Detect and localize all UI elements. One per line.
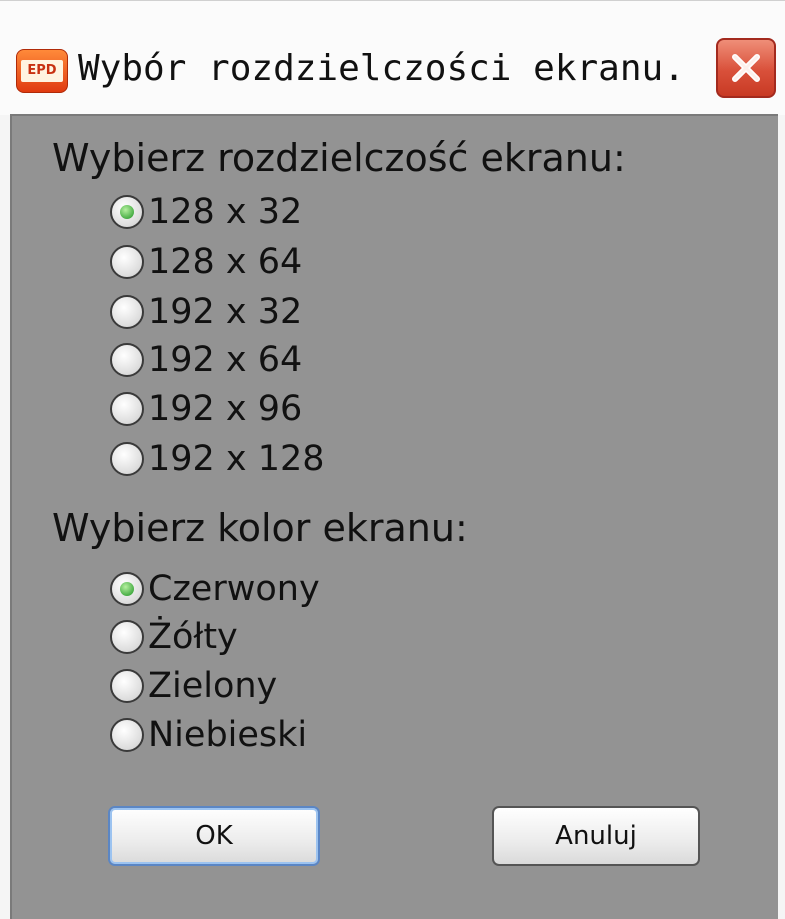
resolution-dialog: EPD Wybór rozdzielczości ekranu. Wybierz… bbox=[0, 0, 785, 919]
radio-button[interactable] bbox=[110, 442, 144, 476]
app-icon: EPD bbox=[16, 49, 68, 93]
radio-label: 192 x 96 bbox=[148, 389, 303, 429]
dialog-body: Wybierz rozdzielczość ekranu: 128 x 32 1… bbox=[10, 114, 778, 919]
color-option-zielony[interactable]: Zielony bbox=[110, 663, 277, 709]
resolution-option-128x64[interactable]: 128 x 64 bbox=[110, 239, 302, 285]
radio-button[interactable] bbox=[110, 669, 144, 703]
radio-label: 128 x 64 bbox=[148, 242, 303, 282]
radio-label: 192 x 64 bbox=[148, 340, 303, 380]
color-option-czerwony[interactable]: Czerwony bbox=[110, 566, 320, 612]
radio-label: Zielony bbox=[148, 666, 278, 706]
resolution-option-192x32[interactable]: 192 x 32 bbox=[110, 289, 302, 335]
radio-button[interactable] bbox=[110, 343, 144, 377]
radio-button[interactable] bbox=[110, 718, 144, 752]
window-title: Wybór rozdzielczości ekranu. bbox=[78, 48, 685, 89]
radio-button[interactable] bbox=[110, 195, 144, 229]
radio-button[interactable] bbox=[110, 620, 144, 654]
title-bar[interactable]: EPD Wybór rozdzielczości ekranu. bbox=[0, 0, 785, 115]
resolution-option-128x32[interactable]: 128 x 32 bbox=[110, 189, 302, 235]
radio-button[interactable] bbox=[110, 392, 144, 426]
radio-label: 192 x 128 bbox=[148, 439, 325, 479]
radio-label: Żółty bbox=[148, 617, 238, 657]
resolution-option-192x64[interactable]: 192 x 64 bbox=[110, 337, 302, 383]
radio-button[interactable] bbox=[110, 572, 144, 606]
resolution-group-label: Wybierz rozdzielczość ekranu: bbox=[52, 136, 626, 180]
radio-label: 192 x 32 bbox=[148, 292, 303, 332]
radio-label: Niebieski bbox=[148, 715, 308, 755]
app-icon-text: EPD bbox=[21, 60, 63, 82]
close-x-icon bbox=[732, 54, 760, 82]
color-option-zolty[interactable]: Żółty bbox=[110, 614, 238, 660]
ok-button[interactable]: OK bbox=[108, 806, 320, 866]
radio-label: 128 x 32 bbox=[148, 192, 303, 232]
color-group-label: Wybierz kolor ekranu: bbox=[52, 506, 468, 550]
radio-button[interactable] bbox=[110, 295, 144, 329]
radio-button[interactable] bbox=[110, 245, 144, 279]
cancel-button[interactable]: Anuluj bbox=[492, 806, 700, 866]
color-option-niebieski[interactable]: Niebieski bbox=[110, 712, 307, 758]
resolution-option-192x128[interactable]: 192 x 128 bbox=[110, 436, 325, 482]
close-button[interactable] bbox=[716, 38, 776, 98]
resolution-option-192x96[interactable]: 192 x 96 bbox=[110, 386, 302, 432]
radio-label: Czerwony bbox=[148, 569, 320, 609]
